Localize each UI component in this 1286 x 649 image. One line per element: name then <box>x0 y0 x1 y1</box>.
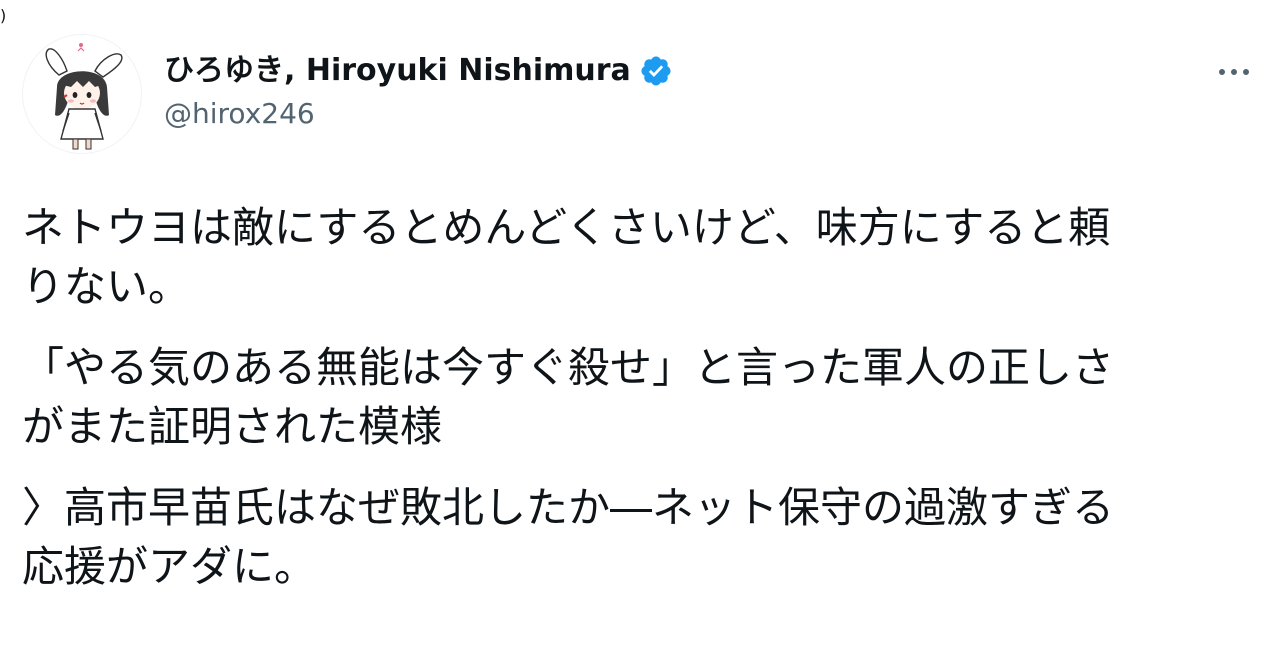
tweet-text-line: ネトウヨは敵にするとめんどくさいけど、味方にすると頼 <box>22 203 1111 252</box>
author-handle[interactable]: @hirox246 <box>164 94 673 134</box>
tweet-text-line: りない。 <box>22 262 191 311</box>
tweet-text-line: がまた証明された模様 <box>22 402 443 451</box>
tweet-text-line: 応援がアダに。 <box>22 542 317 591</box>
author-block: ひろゆき, Hiroyuki Nishimura @hirox246 <box>164 50 673 134</box>
avatar-rabbit-girl-icon <box>45 43 123 150</box>
tweet-paragraph: ネトウヨは敵にするとめんどくさいけど、味方にすると頼 りない。 <box>22 198 1262 316</box>
tweet-paragraph: 「やる気のある無能は今すぐ殺せ」と言った軍人の正しさ がまた証明された模様 <box>22 338 1262 456</box>
tweet-text: ネトウヨは敵にするとめんどくさいけど、味方にすると頼 りない。 「やる気のある無… <box>22 198 1262 618</box>
author-name-row[interactable]: ひろゆき, Hiroyuki Nishimura <box>164 50 673 92</box>
corner-mark: ) <box>0 6 7 25</box>
author-avatar[interactable] <box>22 34 142 154</box>
tweet-text-line: 「やる気のある無能は今すぐ殺せ」と言った軍人の正しさ <box>22 343 1115 392</box>
verified-badge-icon <box>639 54 673 88</box>
tweet-text-line: 〉高市早苗氏はなぜ敗北したか―ネット保守の過激すぎる <box>22 483 1115 532</box>
more-horizontal-icon <box>1219 69 1249 75</box>
tweet-paragraph: 〉高市早苗氏はなぜ敗北したか―ネット保守の過激すぎる 応援がアダに。 <box>22 478 1262 596</box>
author-display-name[interactable]: ひろゆき, Hiroyuki Nishimura <box>164 51 631 91</box>
more-options-button[interactable] <box>1214 58 1254 86</box>
tweet-card: ) ひろゆき, Hiroyuki Nishimura @hirox246 ネトウ… <box>0 0 1286 649</box>
